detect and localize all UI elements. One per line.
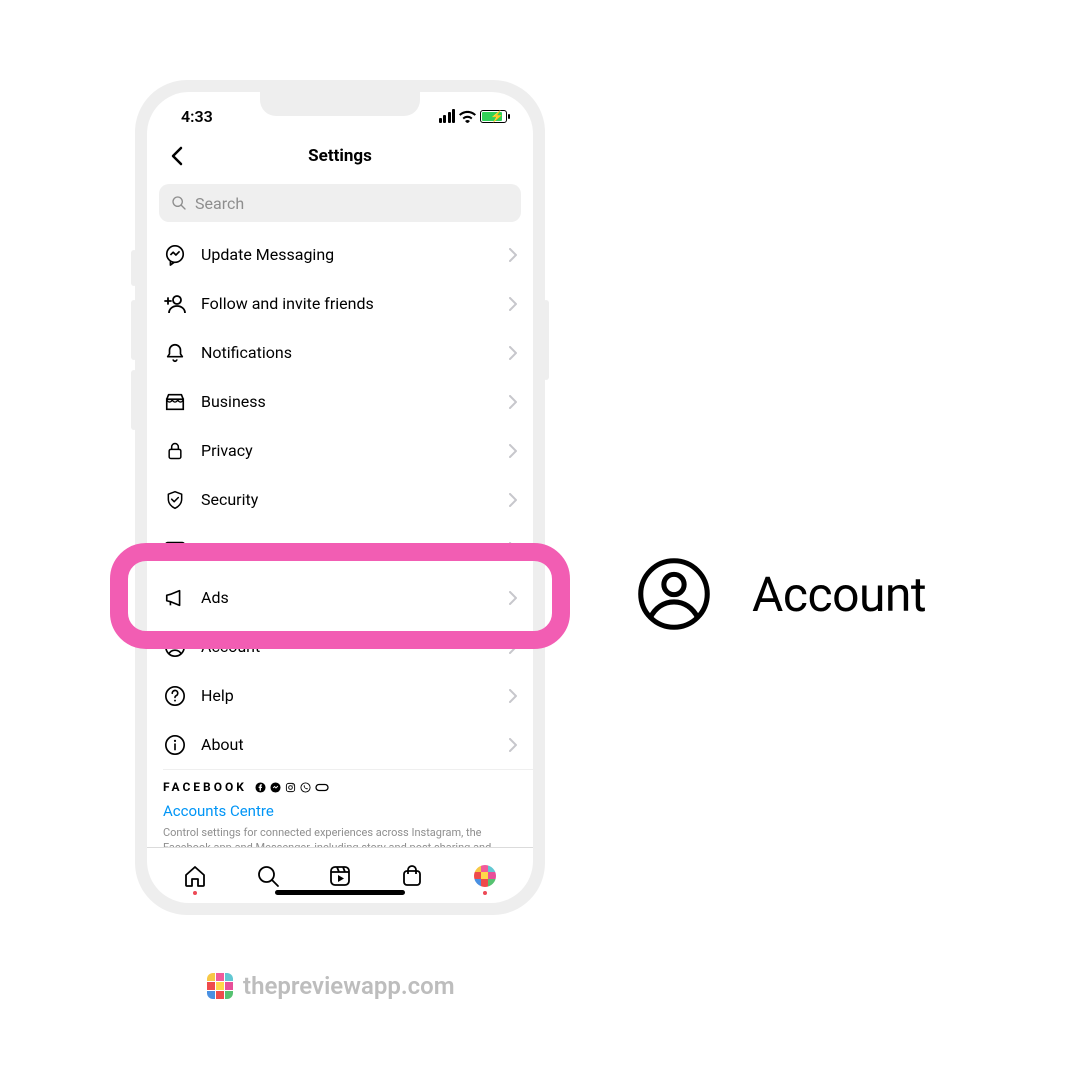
- settings-list: Update Messaging Follow and invite frien…: [147, 230, 533, 847]
- search-icon: [171, 195, 187, 211]
- info-icon: [163, 733, 187, 757]
- storefront-icon: [163, 390, 187, 414]
- row-about[interactable]: About: [147, 720, 533, 769]
- row-update-messaging[interactable]: Update Messaging: [147, 230, 533, 279]
- row-payments[interactable]: Payments: [147, 524, 533, 573]
- row-label: Account: [201, 637, 495, 656]
- watermark-text: thepreviewapp.com: [243, 972, 455, 1000]
- messenger-small-icon: [270, 782, 281, 793]
- page-title: Settings: [147, 146, 533, 166]
- chevron-right-icon: [509, 493, 517, 507]
- whatsapp-icon: [300, 782, 311, 793]
- row-label: Update Messaging: [201, 245, 495, 264]
- status-indicators: ⚡: [439, 109, 508, 123]
- facebook-apps-icons: [255, 782, 329, 793]
- row-label: Security: [201, 490, 495, 509]
- chevron-right-icon: [509, 395, 517, 409]
- row-label: Payments: [201, 539, 495, 558]
- row-business[interactable]: Business: [147, 377, 533, 426]
- card-icon: [163, 537, 187, 561]
- search-input[interactable]: Search: [159, 184, 521, 222]
- account-icon: [636, 556, 712, 632]
- chevron-right-icon: [509, 689, 517, 703]
- shield-icon: [163, 488, 187, 512]
- row-label: Help: [201, 686, 495, 705]
- facebook-brand: FACEBOOK: [163, 780, 517, 794]
- account-icon: [163, 635, 187, 659]
- notification-dot: [483, 891, 487, 895]
- facebook-icon: [255, 782, 266, 793]
- annotation-callout: Account: [636, 556, 926, 632]
- tab-shop[interactable]: [399, 863, 425, 889]
- chevron-right-icon: [509, 640, 517, 654]
- facebook-section: FACEBOOK: [147, 770, 533, 847]
- chevron-right-icon: [509, 591, 517, 605]
- search-placeholder: Search: [195, 194, 244, 213]
- phone-screen: 4:33 ⚡ Settings: [147, 92, 533, 903]
- lock-icon: [163, 439, 187, 463]
- tab-profile[interactable]: [472, 863, 498, 889]
- row-label: About: [201, 735, 495, 754]
- row-account[interactable]: Account: [147, 622, 533, 671]
- row-privacy[interactable]: Privacy: [147, 426, 533, 475]
- status-time: 4:33: [181, 107, 213, 126]
- accounts-centre-description: Control settings for connected experienc…: [163, 826, 517, 847]
- phone-frame: 4:33 ⚡ Settings: [135, 80, 545, 915]
- preview-app-logo-icon: [207, 973, 233, 999]
- accounts-centre-link[interactable]: Accounts Centre: [163, 802, 517, 820]
- row-label: Business: [201, 392, 495, 411]
- chevron-right-icon: [509, 248, 517, 262]
- messenger-icon: [163, 243, 187, 267]
- tab-home[interactable]: [182, 863, 208, 889]
- notification-dot: [193, 891, 197, 895]
- watermark: thepreviewapp.com: [207, 972, 455, 1000]
- tab-search[interactable]: [255, 863, 281, 889]
- chevron-right-icon: [509, 346, 517, 360]
- row-security[interactable]: Security: [147, 475, 533, 524]
- row-help[interactable]: Help: [147, 671, 533, 720]
- nav-header: Settings: [147, 134, 533, 180]
- cellular-signal-icon: [439, 109, 456, 123]
- phone-side-button: [131, 370, 137, 430]
- row-label: Notifications: [201, 343, 495, 362]
- row-label: Follow and invite friends: [201, 294, 495, 313]
- phone-notch: [260, 92, 420, 116]
- profile-avatar-icon: [473, 864, 497, 888]
- chevron-right-icon: [509, 444, 517, 458]
- row-label: Ads: [201, 588, 495, 607]
- row-notifications[interactable]: Notifications: [147, 328, 533, 377]
- home-indicator: [275, 890, 405, 895]
- row-follow-invite[interactable]: Follow and invite friends: [147, 279, 533, 328]
- facebook-brand-text: FACEBOOK: [163, 780, 247, 794]
- bell-icon: [163, 341, 187, 365]
- wifi-icon: [459, 110, 476, 123]
- add-user-icon: [163, 292, 187, 316]
- annotation-label: Account: [752, 566, 926, 623]
- megaphone-icon: [163, 586, 187, 610]
- oculus-icon: [315, 782, 329, 793]
- phone-side-button: [543, 300, 549, 380]
- help-icon: [163, 684, 187, 708]
- battery-icon: ⚡: [480, 110, 507, 123]
- row-label: Privacy: [201, 441, 495, 460]
- chevron-right-icon: [509, 297, 517, 311]
- chevron-right-icon: [509, 738, 517, 752]
- instagram-icon: [285, 782, 296, 793]
- tab-reels[interactable]: [327, 863, 353, 889]
- chevron-right-icon: [509, 542, 517, 556]
- row-ads[interactable]: Ads: [147, 573, 533, 622]
